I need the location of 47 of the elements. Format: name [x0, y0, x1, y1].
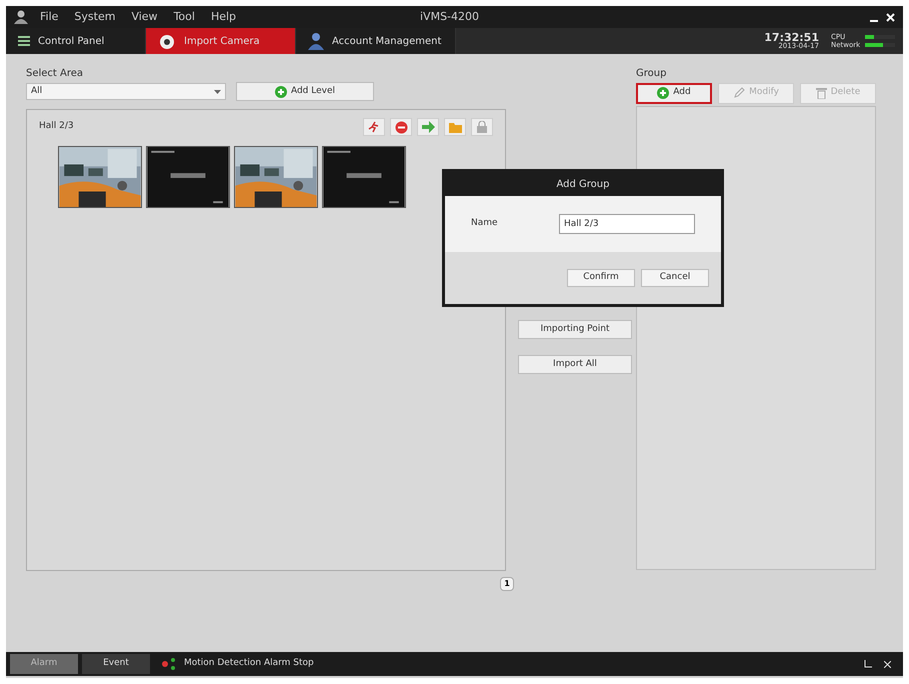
name-field[interactable]: Hall 2/3 [559, 214, 695, 234]
main-tab[interactable]: Import Camera [146, 28, 296, 54]
clock-time: 17:32:51 [764, 32, 819, 43]
menu-item[interactable]: Help [210, 8, 236, 26]
import-button[interactable]: Import All [518, 355, 632, 374]
restore-icon[interactable] [864, 660, 872, 668]
status-message: Motion Detection Alarm Stop [184, 657, 314, 670]
tool-button[interactable] [417, 118, 439, 136]
arrow-icon [422, 121, 434, 133]
add-icon [274, 86, 287, 98]
user-icon [308, 32, 324, 50]
status-tab[interactable]: Event [82, 654, 150, 674]
camera-icon [158, 32, 176, 50]
group-button[interactable]: Add [636, 82, 712, 104]
menu-item[interactable]: View [131, 8, 158, 26]
close-icon[interactable] [884, 660, 891, 668]
window-title: iVMS-4200 [420, 8, 480, 25]
menu-item[interactable]: System [74, 8, 116, 26]
stop-icon [394, 120, 408, 134]
page-number[interactable]: 1 [500, 577, 514, 591]
dialog-button[interactable]: Confirm [567, 269, 635, 287]
main-tab[interactable]: Account Management [296, 28, 456, 54]
tool-button[interactable] [390, 118, 412, 136]
folder-icon [448, 122, 462, 132]
menu-item[interactable]: File [40, 8, 58, 26]
area-select[interactable]: All [26, 83, 226, 100]
panel-title: Hall 2/3 [39, 120, 75, 134]
field-label: Name [471, 217, 499, 230]
share-icon [162, 658, 176, 670]
edit-icon [733, 87, 746, 99]
running-figure-icon [368, 121, 380, 133]
import-button[interactable]: Importing Point [518, 320, 632, 339]
dialog-title: Add Group [556, 178, 610, 192]
caret-icon [214, 90, 221, 94]
menu-item[interactable]: Tool [174, 8, 195, 26]
tool-button[interactable] [363, 118, 385, 136]
dialog-button[interactable]: Cancel [641, 269, 709, 287]
add-icon [657, 87, 670, 99]
trash-icon [816, 87, 827, 99]
group-label: Group [636, 67, 668, 81]
area-label: Select Area [26, 67, 84, 81]
add-level-button[interactable]: Add Level [236, 82, 374, 101]
lock-icon [477, 121, 487, 133]
tool-button[interactable] [471, 118, 493, 136]
list-icon [18, 36, 30, 46]
main-tab[interactable]: Control Panel [6, 28, 146, 54]
user-icon [14, 10, 28, 24]
